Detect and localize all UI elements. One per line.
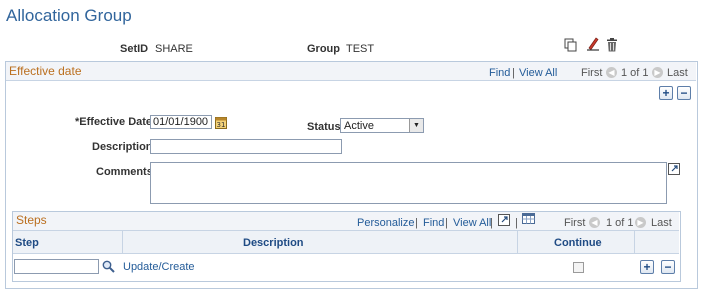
last-label: Last: [667, 67, 688, 79]
previous-icon[interactable]: ◀: [606, 67, 617, 78]
group-label: Group: [307, 43, 340, 55]
page-title: Allocation Group: [6, 6, 132, 25]
description-input[interactable]: [150, 139, 342, 154]
separator: |: [445, 217, 448, 229]
pager-text: 1 of 1: [621, 67, 649, 79]
group-value: TEST: [346, 43, 375, 55]
separator: |: [415, 217, 418, 229]
previous-icon[interactable]: ◀: [589, 217, 600, 228]
effective-date-label: *Effective Date: [75, 116, 153, 128]
effective-view-all-link[interactable]: View All: [519, 67, 557, 79]
effective-date-field[interactable]: 01/01/1900: [150, 115, 212, 129]
separator: |: [512, 67, 515, 79]
description-label: Description: [92, 141, 153, 153]
continue-checkbox[interactable]: [573, 262, 584, 273]
copy-icon[interactable]: [563, 37, 578, 52]
column-header-step: Step: [15, 237, 39, 249]
delete-step-button[interactable]: −: [661, 260, 675, 274]
separator: |: [490, 217, 493, 229]
status-selected-value: Active: [344, 119, 374, 132]
comments-textarea[interactable]: [150, 162, 667, 204]
personalize-link[interactable]: Personalize: [357, 217, 414, 229]
effective-date-title: Effective date: [9, 64, 82, 78]
column-header-description: Description: [243, 237, 304, 249]
last-label: Last: [651, 217, 672, 229]
trash-icon[interactable]: [604, 37, 619, 52]
svg-text:31: 31: [216, 121, 225, 129]
next-icon[interactable]: ▶: [635, 217, 646, 228]
download-spreadsheet-icon[interactable]: [521, 212, 535, 225]
status-label: Status: [307, 121, 341, 133]
column-divider: [122, 231, 123, 253]
comments-label: Comments: [96, 166, 153, 178]
steps-find-link[interactable]: Find: [423, 217, 444, 229]
column-divider: [517, 231, 518, 253]
column-header-continue: Continue: [554, 237, 602, 249]
setid-label: SetID: [120, 43, 149, 55]
chevron-down-icon: ▼: [409, 119, 423, 132]
step-input[interactable]: [14, 259, 99, 274]
effective-find-link[interactable]: Find: [489, 67, 510, 79]
zoom-grid-icon[interactable]: [497, 213, 510, 226]
steps-title: Steps: [16, 213, 47, 227]
pager-text: 1 of 1: [606, 217, 634, 229]
edit-icon[interactable]: [585, 36, 600, 51]
expand-icon[interactable]: [668, 163, 680, 175]
next-icon[interactable]: ▶: [652, 67, 663, 78]
lookup-search-icon[interactable]: [101, 259, 115, 273]
first-label: First: [564, 217, 586, 229]
column-divider: [634, 231, 635, 253]
first-label: First: [581, 67, 603, 79]
separator: |: [515, 217, 518, 229]
step-description-link[interactable]: Update/Create: [123, 261, 195, 273]
setid-value: SHARE: [155, 43, 193, 55]
steps-view-all-link[interactable]: View All: [453, 217, 491, 229]
add-row-button[interactable]: +: [659, 86, 673, 100]
add-step-button[interactable]: +: [640, 260, 654, 274]
status-select[interactable]: Active ▼: [340, 118, 424, 133]
calendar-icon[interactable]: 31: [214, 115, 227, 129]
delete-row-button[interactable]: −: [677, 86, 691, 100]
